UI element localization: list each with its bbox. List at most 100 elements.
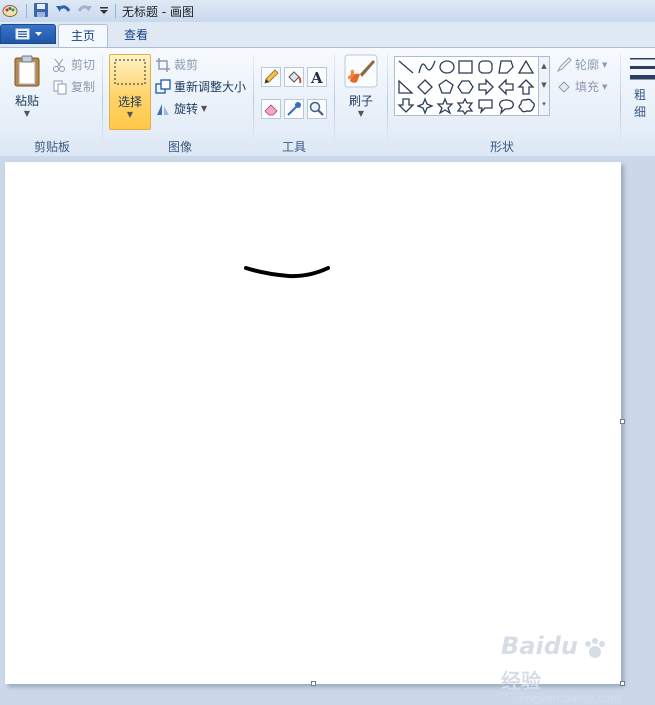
rounded-rectangle-shape-icon (478, 60, 493, 74)
drawn-curve (244, 266, 330, 279)
shapes-gallery (394, 56, 550, 116)
six-point-star-shape-icon (456, 97, 474, 116)
drawing-canvas[interactable]: Baidu 经验 jingyan.baidu.com (5, 162, 621, 705)
copy-label: 复制 (71, 80, 96, 94)
tools-group-label: 工具 (281, 140, 306, 154)
tab-home[interactable]: 主页 (58, 24, 109, 48)
pencil-tool[interactable] (261, 67, 281, 87)
save-icon[interactable] (33, 2, 49, 21)
diamond-shape-icon (417, 79, 433, 95)
outline-brush-icon (556, 56, 572, 73)
rotate-button[interactable]: 旋转 ▼ (155, 100, 207, 117)
select-dropdown-arrow[interactable]: ▼ (110, 110, 150, 119)
line-width-icon (630, 58, 655, 80)
copy-icon (52, 79, 68, 95)
copy-button[interactable]: 复制 (52, 78, 95, 95)
fill-label: 填充 (575, 80, 600, 94)
baidu-watermark: Baidu 经验 jingyan.baidu.com (501, 632, 621, 705)
chevron-down-icon: ▼ (602, 82, 608, 91)
crop-label: 裁剪 (174, 58, 199, 72)
rotate-label: 旋转 (174, 102, 199, 116)
polygon-shape-icon (498, 60, 514, 74)
outline-button[interactable]: 轮廓 ▼ (556, 56, 607, 73)
paste-button[interactable]: 粘贴 ▼ (6, 54, 48, 126)
select-button[interactable]: 选择 ▼ (109, 54, 151, 130)
customize-quick-access-icon[interactable] (99, 2, 109, 21)
fill-button[interactable]: 填充 ▼ (556, 78, 607, 95)
shapes-gallery-icons (397, 59, 535, 116)
scissors-icon (52, 57, 68, 73)
outline-label: 轮廓 (575, 58, 600, 72)
separator (253, 54, 254, 150)
chevron-down-icon: ▼ (602, 60, 608, 69)
tab-view[interactable]: 查看 (112, 24, 160, 48)
triangle-shape-icon (517, 59, 535, 74)
watermark-url: jingyan.baidu.com (519, 692, 621, 705)
fill-bucket-icon (556, 79, 572, 95)
size-label: 粗细 (634, 88, 647, 119)
watermark-brand: Baidu (501, 632, 578, 660)
eraser-tool[interactable] (261, 99, 281, 119)
right-triangle-shape-icon (398, 79, 414, 94)
paint-bucket-icon (288, 71, 302, 84)
shapes-group-label: 形状 (489, 140, 514, 154)
hexagon-shape-icon (457, 80, 474, 94)
down-arrow-shape-icon (397, 98, 415, 113)
canvas-resize-handle-bottom[interactable] (311, 681, 316, 686)
brushes-button[interactable]: 刷子 ▼ (341, 54, 381, 130)
paint-app-icon[interactable] (2, 2, 18, 21)
ribbon: 粘贴 ▼ 剪切 复制 剪贴板 图像 裁剪 重新调整大小 旋转 ▼ A 工具 刷子… (0, 47, 655, 157)
paste-dropdown-arrow[interactable]: ▼ (6, 109, 48, 118)
color-picker-tool[interactable] (284, 99, 304, 119)
cut-button[interactable]: 剪切 (52, 56, 95, 73)
fill-tool[interactable] (284, 67, 304, 87)
oval-shape-icon (439, 60, 455, 74)
paw-logo (582, 636, 608, 665)
separator (620, 54, 621, 150)
separator (102, 54, 103, 150)
up-arrow-shape-icon (517, 79, 535, 95)
redo-icon[interactable] (77, 2, 93, 21)
expand-gallery-icon[interactable]: ▾ (539, 95, 549, 114)
brushes-label: 刷子 (348, 94, 373, 108)
size-button[interactable]: 粗细 (626, 54, 655, 124)
application-menu-button[interactable] (0, 24, 56, 44)
resize-icon (155, 78, 171, 95)
pencil-icon (264, 69, 279, 84)
chevron-down-icon: ▼ (201, 104, 208, 113)
curve-shape-icon (418, 60, 436, 74)
resize-label: 重新调整大小 (174, 80, 247, 94)
line-shape-icon (398, 60, 414, 74)
canvas-resize-handle-corner[interactable] (620, 681, 625, 686)
rectangle-shape-icon (458, 60, 473, 74)
svg-text:A: A (310, 69, 323, 85)
image-group-label: 图像 (167, 140, 192, 154)
eraser-icon (264, 104, 278, 116)
scroll-down-icon[interactable]: ▼ (539, 76, 549, 95)
canvas-resize-handle-right[interactable] (620, 419, 625, 424)
cloud-callout-shape-icon (518, 98, 535, 113)
paste-label: 粘贴 (14, 94, 39, 108)
shapes-scrollbar[interactable]: ▲ ▼ ▾ (538, 56, 550, 116)
oval-callout-shape-icon (499, 99, 514, 115)
paste-icon (14, 55, 40, 87)
magnifier-tool[interactable] (307, 99, 327, 119)
magnifier-icon (309, 101, 324, 116)
resize-button[interactable]: 重新调整大小 (155, 78, 246, 95)
four-point-star-shape-icon (416, 97, 434, 115)
select-rectangle-icon (114, 59, 146, 85)
crop-icon (155, 57, 171, 73)
crop-button[interactable]: 裁剪 (155, 56, 198, 73)
undo-icon[interactable] (55, 2, 71, 21)
select-label: 选择 (117, 95, 142, 109)
watermark-sub: 经验 (501, 669, 541, 693)
separator (334, 54, 335, 150)
title-bar: 无标题 - 画图 (0, 0, 655, 23)
text-tool[interactable]: A (307, 67, 327, 87)
eyedropper-icon (287, 102, 301, 116)
pentagon-shape-icon (438, 79, 454, 94)
scroll-up-icon[interactable]: ▲ (539, 57, 549, 76)
window-title: 无标题 - 画图 (122, 5, 194, 19)
brushes-dropdown-arrow[interactable]: ▼ (341, 109, 381, 118)
quick-access-toolbar (2, 2, 116, 20)
